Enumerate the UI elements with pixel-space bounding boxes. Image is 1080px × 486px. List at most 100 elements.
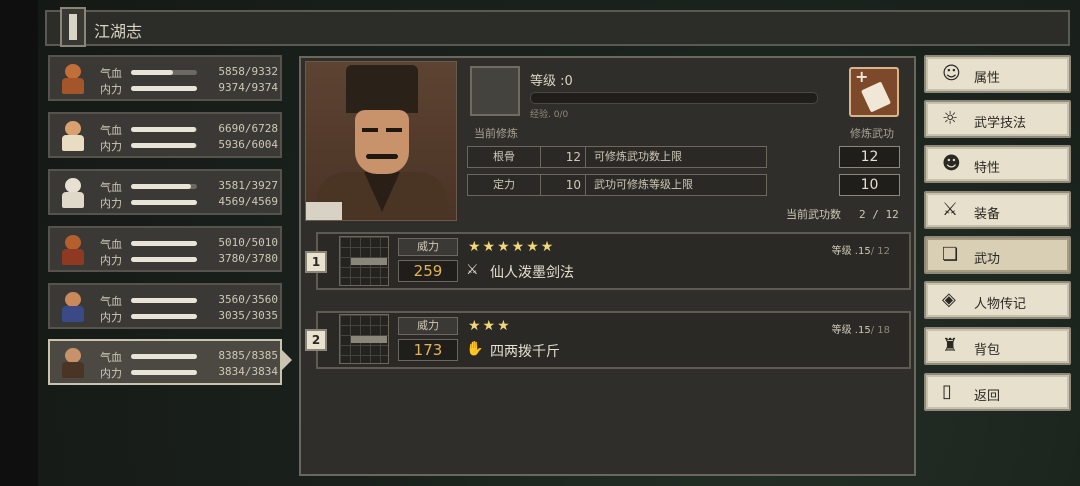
kungfu-level-text: 等级 .15 xyxy=(831,325,871,336)
menu-equipment-button[interactable]: ⚔ 装备 xyxy=(924,191,1071,229)
hp-row: 气血 5010/5010 xyxy=(100,236,278,251)
hp-value: 5858/9332 xyxy=(218,65,278,78)
character-card[interactable]: 气血 5010/5010 内力 3780/3780 xyxy=(48,226,282,272)
mp-value: 3035/3035 xyxy=(218,309,278,322)
character-card[interactable]: 气血 3560/3560 内力 3035/3035 xyxy=(48,283,282,329)
exp-bar xyxy=(530,92,818,104)
mp-value: 4569/4569 xyxy=(218,195,278,208)
menu-martial-arts-button[interactable]: ☼ 武学技法 xyxy=(924,100,1071,138)
hp-value: 5010/5010 xyxy=(218,236,278,249)
character-card[interactable]: 气血 5858/9332 内力 9374/9374 xyxy=(48,55,282,101)
menu-back-button[interactable]: ▯ 返回 xyxy=(924,373,1071,411)
hp-label: 气血 xyxy=(100,238,122,251)
hp-row: 气血 8385/8385 xyxy=(100,349,278,364)
avatar-body xyxy=(62,135,84,151)
palm-icon: ✋ xyxy=(466,341,484,357)
avatar-head xyxy=(65,348,81,363)
menu-biography-button[interactable]: ◈ 人物传记 xyxy=(924,281,1071,319)
mp-row: 内力 9374/9374 xyxy=(100,81,278,96)
kungfu-level-text: 等级 .15 xyxy=(831,246,871,257)
hp-label: 气血 xyxy=(100,295,122,308)
avatar-head xyxy=(65,292,81,307)
character-avatar xyxy=(57,120,89,152)
mp-bar xyxy=(131,257,197,262)
mp-label: 内力 xyxy=(100,83,122,96)
attribute-desc: 可修炼武功数上限 xyxy=(594,150,682,163)
martial-icon: ☼ xyxy=(942,108,959,129)
person-icon: ☺ xyxy=(942,63,961,84)
character-avatar xyxy=(57,347,89,379)
menu-label: 特性 xyxy=(974,161,1001,176)
character-avatar xyxy=(57,291,89,323)
mp-value: 5936/6004 xyxy=(218,138,278,151)
mp-bar xyxy=(131,143,197,148)
character-avatar xyxy=(57,234,89,266)
character-card[interactable]: 气血 3581/3927 内力 4569/4569 xyxy=(48,169,282,215)
current-kungfu-count: 当前武功数 2 / 12 xyxy=(786,206,899,222)
mp-label: 内力 xyxy=(100,197,122,210)
door-icon: ▯ xyxy=(942,381,952,402)
avatar-head xyxy=(65,178,81,193)
practice-kungfu-button[interactable]: + xyxy=(849,67,899,117)
kungfu-level-max: / 18 xyxy=(870,325,890,336)
hp-bar xyxy=(131,241,197,246)
sword-icon: ⚔ xyxy=(466,262,479,278)
mp-label: 内力 xyxy=(100,311,122,324)
bag-icon: ♜ xyxy=(942,335,959,356)
menu-attributes-button[interactable]: ☺ 属性 xyxy=(924,55,1071,93)
cultivate-slot[interactable] xyxy=(470,66,520,116)
attribute-name: 定力 xyxy=(468,175,541,195)
hp-label: 气血 xyxy=(100,67,122,80)
page-title: 江湖志 xyxy=(94,22,143,41)
character-card-selected[interactable]: 气血 8385/8385 内力 3834/3834 xyxy=(48,339,282,385)
kungfu-grid-icon xyxy=(339,236,389,286)
power-value: 173 xyxy=(398,339,458,361)
title-bar xyxy=(45,10,1070,46)
trait-icon: ☻ xyxy=(942,153,961,174)
hp-value: 6690/6728 xyxy=(218,122,278,135)
menu-kungfu-button[interactable]: ❏ 武功 xyxy=(924,236,1071,274)
hp-row: 气血 3560/3560 xyxy=(100,293,278,308)
hp-row: 气血 3581/3927 xyxy=(100,179,278,194)
rating-stars: ★★★★★★ xyxy=(468,239,556,255)
practice-kungfu-label: 修炼武功 xyxy=(850,127,894,140)
character-card[interactable]: 气血 6690/6728 内力 5936/6004 xyxy=(48,112,282,158)
avatar-head xyxy=(65,235,81,250)
menu-label: 武学技法 xyxy=(974,116,1027,131)
mp-row: 内力 3780/3780 xyxy=(100,252,278,267)
menu-traits-button[interactable]: ☻ 特性 xyxy=(924,145,1071,183)
kungfu-name: 四两拨千斤 xyxy=(490,344,560,360)
mp-bar xyxy=(131,200,197,205)
kungfu-level: 等级 .15/ 12 xyxy=(832,242,890,257)
power-label: 威力 xyxy=(398,238,458,256)
hp-row: 气血 5858/9332 xyxy=(100,65,278,80)
selection-arrow-icon xyxy=(282,350,292,370)
attribute-name: 根骨 xyxy=(468,147,541,167)
mp-bar xyxy=(131,370,197,375)
attribute-result: 10 xyxy=(839,174,900,196)
attribute-row-bone: 根骨 12 可修炼武功数上限 xyxy=(467,146,767,168)
attribute-value: 10 xyxy=(542,175,586,195)
attribute-result: 12 xyxy=(839,146,900,168)
menu-label: 武功 xyxy=(974,252,1001,267)
mp-bar xyxy=(131,86,197,91)
avatar-body xyxy=(62,192,84,208)
book-icon: ❏ xyxy=(942,244,959,265)
menu-label: 返回 xyxy=(974,389,1001,404)
book-icon xyxy=(860,81,892,113)
mp-value: 3780/3780 xyxy=(218,252,278,265)
avatar-body xyxy=(62,306,84,322)
hp-bar xyxy=(131,70,197,75)
power-label: 威力 xyxy=(398,317,458,335)
journal-icon xyxy=(60,7,86,47)
menu-label: 人物传记 xyxy=(974,297,1027,312)
current-count-value: 2 / 12 xyxy=(859,208,899,221)
avatar-body xyxy=(62,362,84,378)
left-edge xyxy=(0,0,38,486)
avatar-body xyxy=(62,78,84,94)
mp-row: 内力 4569/4569 xyxy=(100,195,278,210)
menu-bag-button[interactable]: ♜ 背包 xyxy=(924,327,1071,365)
mp-row: 内力 5936/6004 xyxy=(100,138,278,153)
mp-row: 内力 3834/3834 xyxy=(100,365,278,380)
sword-icon: ⚔ xyxy=(942,199,959,220)
